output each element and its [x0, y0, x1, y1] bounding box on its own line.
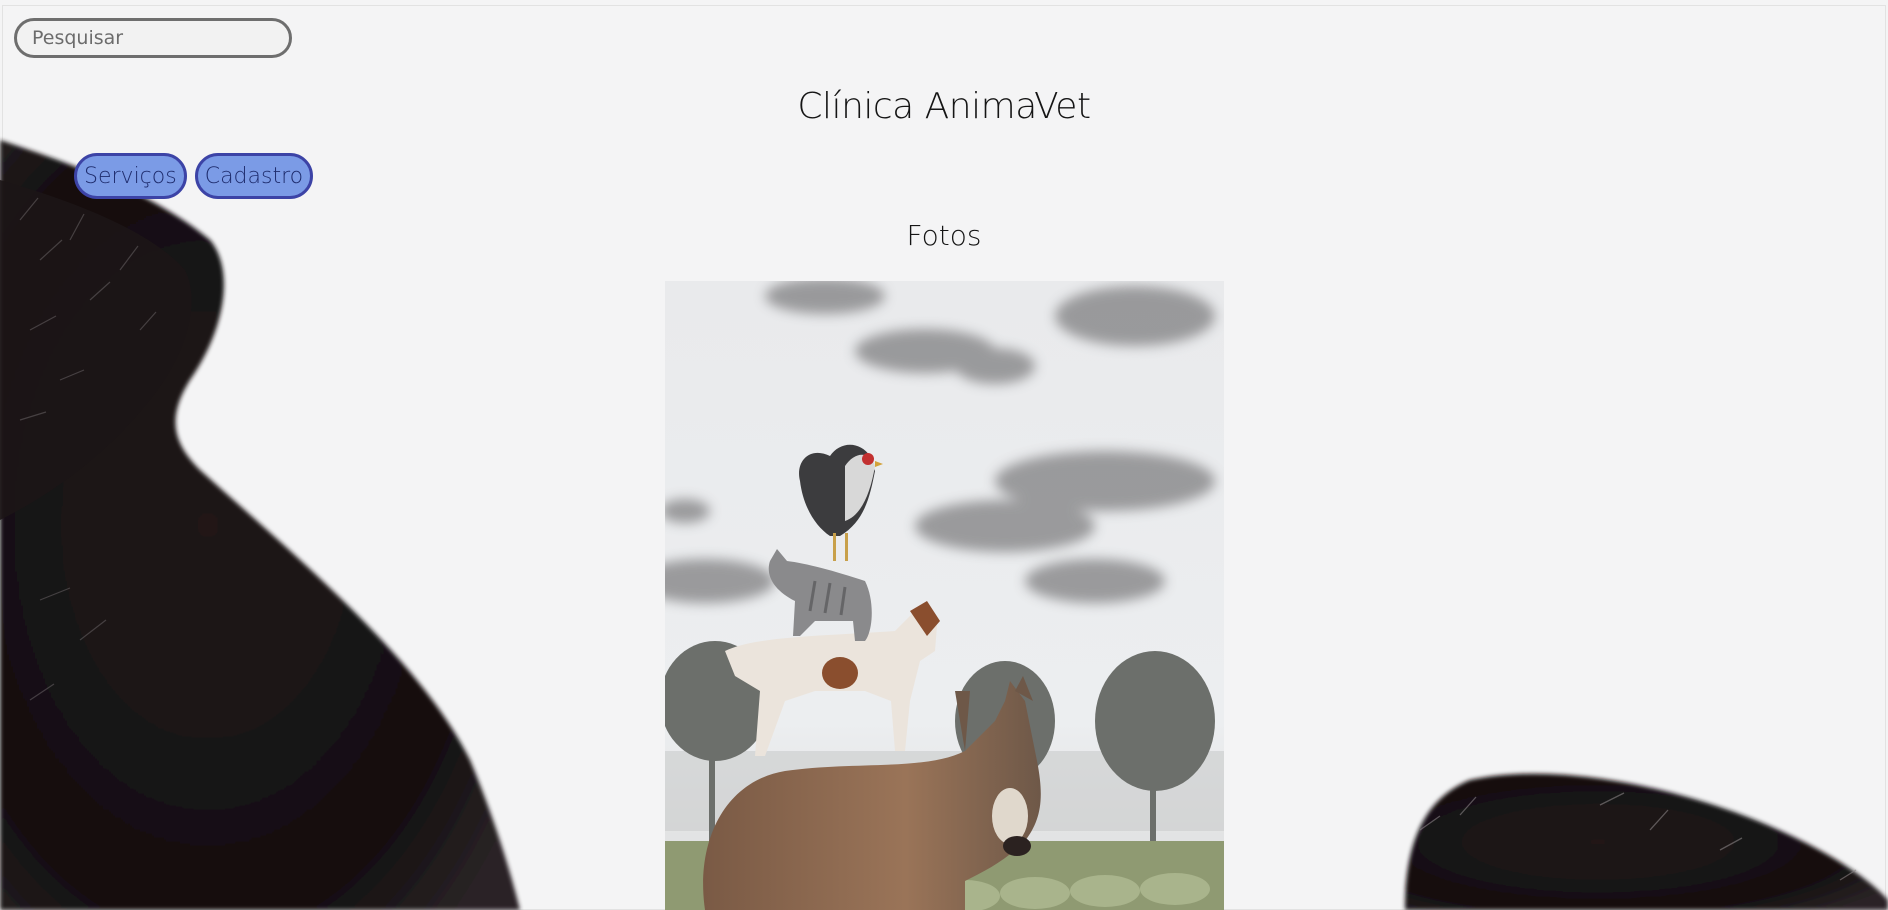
gallery-heading: Fotos	[906, 219, 982, 252]
nav-button-cadastro[interactable]: Cadastro	[194, 153, 314, 199]
animals-stacked-photo	[665, 281, 1224, 910]
page-title: Clínica AnimaVet	[797, 86, 1091, 127]
nav-button-servicos[interactable]: Serviços	[74, 153, 187, 199]
main-nav: Serviços Cadastro	[74, 153, 314, 199]
search-input[interactable]	[14, 18, 292, 58]
